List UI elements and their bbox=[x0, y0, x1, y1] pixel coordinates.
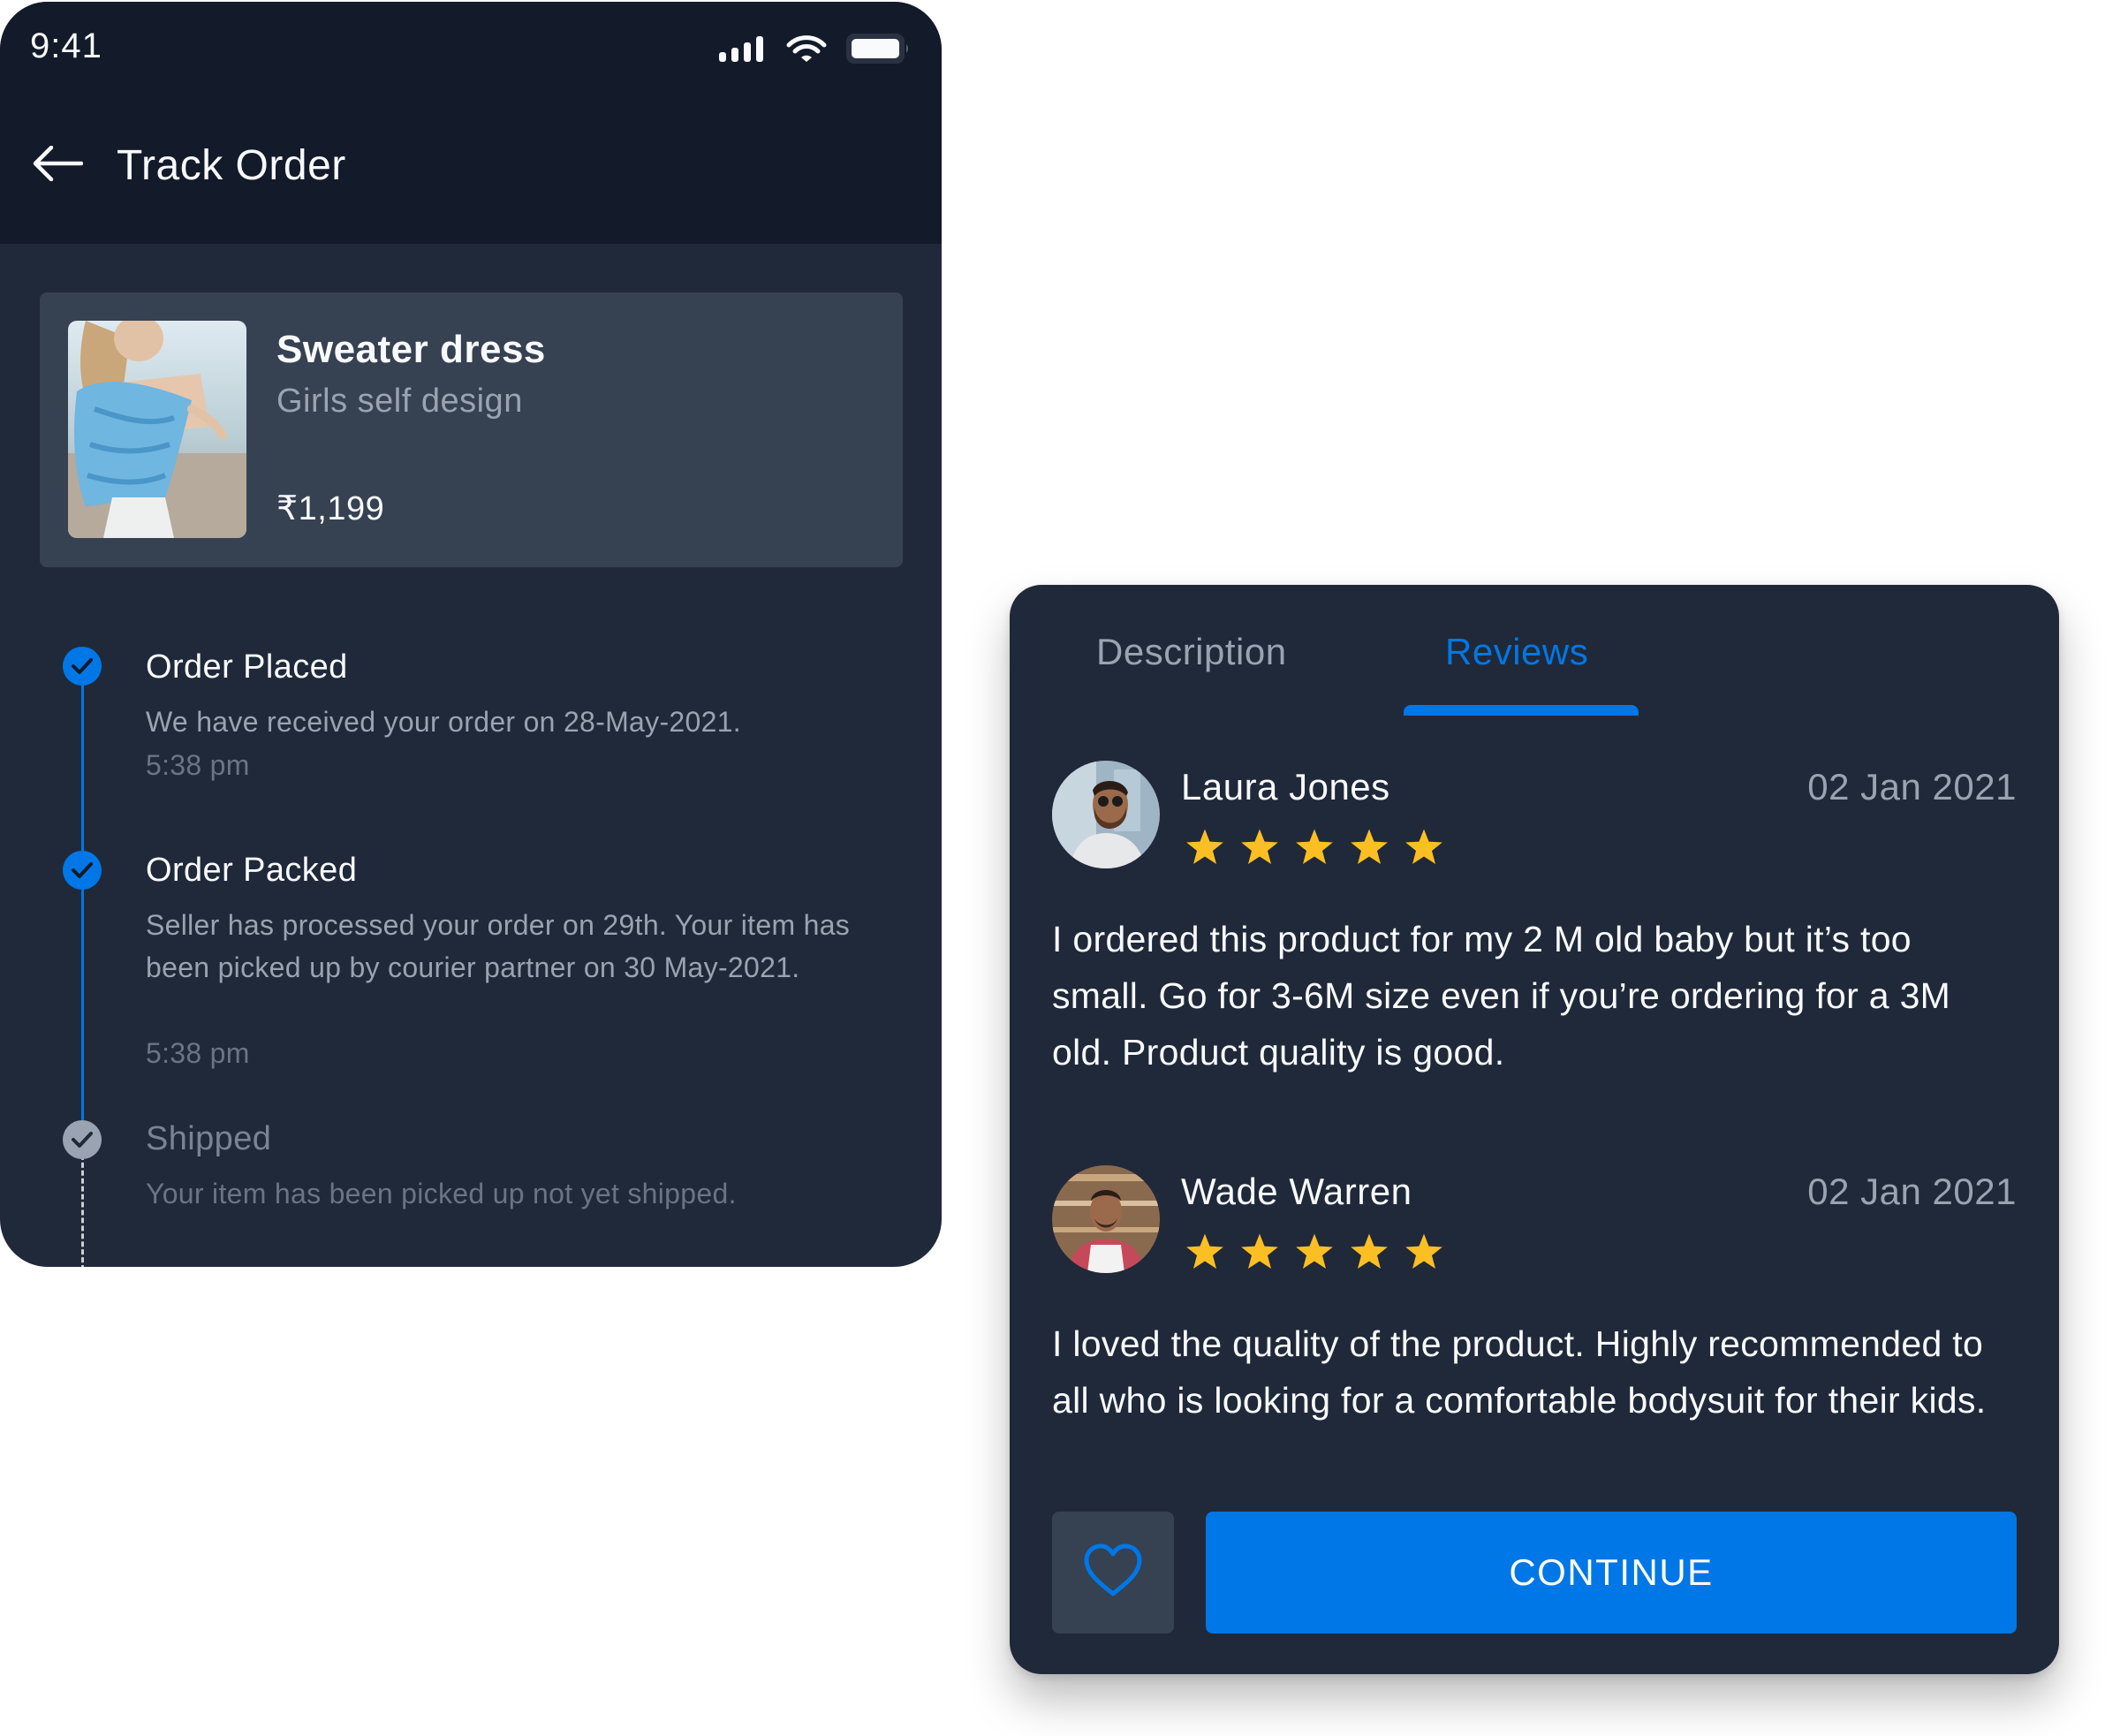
timeline-step-description: We have received your order on 28-May-20… bbox=[146, 706, 741, 738]
star-icon bbox=[1404, 828, 1444, 871]
star-icon bbox=[1349, 1232, 1389, 1276]
timeline-step-time: 5:38 pm bbox=[146, 1037, 250, 1069]
review-date: 02 Jan 2021 bbox=[1807, 766, 2017, 807]
timeline-step-title: Shipped bbox=[146, 1120, 272, 1157]
continue-button[interactable]: CONTINUE bbox=[1206, 1512, 2017, 1634]
active-tab-indicator bbox=[1404, 705, 1639, 716]
timeline-step-description: Seller has processed your order on 29th.… bbox=[146, 909, 851, 983]
review-date: 02 Jan 2021 bbox=[1807, 1171, 2017, 1212]
favorite-button[interactable] bbox=[1052, 1512, 1174, 1634]
timeline-pending-line bbox=[81, 1147, 84, 1267]
avatar bbox=[1052, 761, 1160, 868]
timeline-step-title: Order Placed bbox=[146, 648, 348, 686]
star-icon bbox=[1349, 828, 1389, 871]
review-item: Laura Jones 02 Jan 2021 I ordered this p… bbox=[1052, 761, 2017, 1096]
star-icon bbox=[1185, 828, 1225, 871]
reviewer-name: Laura Jones bbox=[1181, 766, 1390, 807]
review-text: I ordered this product for my 2 M old ba… bbox=[1052, 919, 1951, 1073]
star-rating bbox=[1185, 1232, 1444, 1276]
star-icon bbox=[1185, 1232, 1225, 1276]
tab-description[interactable]: Description bbox=[1096, 631, 1287, 673]
check-circle-icon bbox=[63, 1120, 102, 1159]
tab-reviews[interactable]: Reviews bbox=[1445, 631, 1588, 673]
product-reviews-card: Description Reviews Laura Jones 02 Jan 2… bbox=[1010, 585, 2059, 1674]
track-order-screen: 9:41 Track Order Sweater dress Girls sel… bbox=[0, 2, 942, 1267]
star-icon bbox=[1294, 1232, 1335, 1276]
review-text: I loved the quality of the product. High… bbox=[1052, 1323, 1987, 1421]
timeline-progress-line bbox=[81, 666, 84, 1126]
check-circle-icon bbox=[63, 647, 102, 686]
review-item: Wade Warren 02 Jan 2021 I loved the qual… bbox=[1052, 1165, 2017, 1501]
star-icon bbox=[1404, 1232, 1444, 1276]
heart-outline-icon bbox=[1081, 1543, 1145, 1603]
avatar bbox=[1052, 1165, 1160, 1273]
star-icon bbox=[1239, 1232, 1280, 1276]
order-timeline: Order Placed We have received your order… bbox=[0, 2, 942, 1267]
timeline-step-title: Order Packed bbox=[146, 852, 358, 889]
check-circle-icon bbox=[63, 851, 102, 890]
reviewer-name: Wade Warren bbox=[1181, 1171, 1412, 1212]
timeline-step-time: 5:38 pm bbox=[146, 749, 250, 781]
timeline-step-description: Your item has been picked up not yet shi… bbox=[146, 1178, 737, 1209]
star-rating bbox=[1185, 828, 1444, 871]
star-icon bbox=[1239, 828, 1280, 871]
star-icon bbox=[1294, 828, 1335, 871]
